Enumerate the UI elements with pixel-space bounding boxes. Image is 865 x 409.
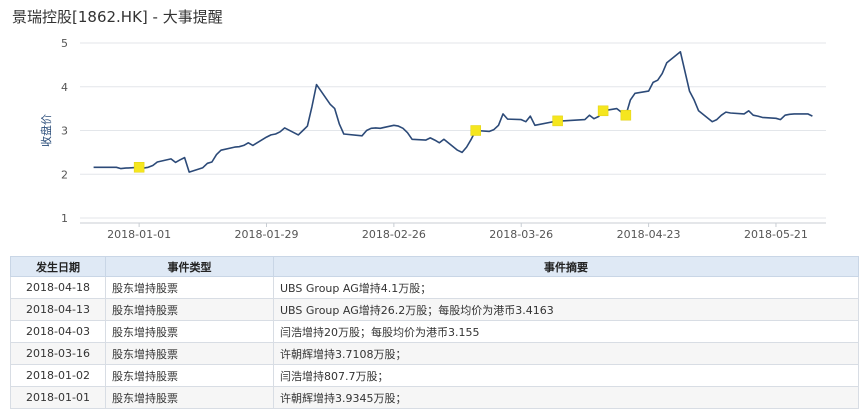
table-row: 2018-04-18 股东增持股票 UBS Group AG增持4.1万股； [10, 276, 859, 299]
y-tick-label: 1 [61, 212, 68, 225]
table-header-row: 发生日期 事件类型 事件摘要 [10, 256, 859, 277]
event-marker [470, 125, 481, 136]
y-tick-label: 3 [61, 125, 68, 138]
x-tick-label: 2018-05-21 [744, 228, 808, 241]
cell-event-summary: 许朝辉增持3.7108万股； [273, 342, 859, 365]
cell-event-summary: UBS Group AG增持26.2万股；每股均价为港币3.4163 [273, 298, 859, 321]
table-row: 2018-03-16 股东增持股票 许朝辉增持3.7108万股； [10, 342, 859, 365]
cell-event-summary: 闫浩增持807.7万股； [273, 364, 859, 387]
event-marker [552, 115, 563, 127]
event-marker [133, 162, 145, 173]
cell-date: 2018-04-03 [10, 320, 106, 343]
x-tick-label: 2018-04-23 [617, 228, 681, 241]
x-tick-label: 2018-01-01 [107, 228, 171, 241]
price-chart: 1 2 3 4 5 2018-01-01 2018-01-29 2018-02-26 2018-… [39, 37, 826, 241]
event-marker [620, 109, 632, 121]
cell-date: 2018-04-13 [10, 298, 106, 321]
cell-event-summary: 许朝辉增持3.9345万股； [273, 386, 859, 409]
price-line [93, 50, 813, 173]
cell-event-type: 股东增持股票 [105, 364, 274, 387]
header-event-summary: 事件摘要 [273, 256, 859, 277]
x-tick-label: 2018-03-26 [489, 228, 553, 241]
cell-event-type: 股东增持股票 [105, 386, 274, 409]
y-tick-label: 5 [61, 37, 68, 50]
cell-event-type: 股东增持股票 [105, 320, 274, 343]
header-event-type: 事件类型 [105, 256, 274, 277]
cell-date: 2018-01-02 [10, 364, 106, 387]
table-row: 2018-04-03 股东增持股票 闫浩增持20万股；每股均价为港币3.155 [10, 320, 859, 343]
table-row: 2018-04-13 股东增持股票 UBS Group AG增持26.2万股；每… [10, 298, 859, 321]
cell-event-summary: UBS Group AG增持4.1万股； [273, 276, 859, 299]
cell-event-type: 股东增持股票 [105, 298, 274, 321]
table-row: 2018-01-02 股东增持股票 闫浩增持807.7万股； [10, 364, 859, 387]
cell-event-type: 股东增持股票 [105, 276, 274, 299]
cell-date: 2018-03-16 [10, 342, 106, 365]
cell-event-type: 股东增持股票 [105, 342, 274, 365]
cell-date: 2018-04-18 [10, 276, 106, 299]
cell-event-summary: 闫浩增持20万股；每股均价为港币3.155 [273, 320, 859, 343]
y-tick-label: 2 [61, 168, 68, 181]
cell-date: 2018-01-01 [10, 386, 106, 409]
table-row: 2018-01-01 股东增持股票 许朝辉增持3.9345万股； [10, 386, 859, 409]
y-tick-label: 4 [61, 81, 68, 94]
event-marker [597, 105, 609, 117]
x-tick-label: 2018-02-26 [362, 228, 426, 241]
y-axis-title: 收盘价 [39, 114, 53, 147]
x-tick-label: 2018-01-29 [235, 228, 299, 241]
header-date: 发生日期 [10, 256, 106, 277]
events-table: 发生日期 事件类型 事件摘要 2018-04-18 股东增持股票 UBS Gro… [10, 256, 859, 409]
